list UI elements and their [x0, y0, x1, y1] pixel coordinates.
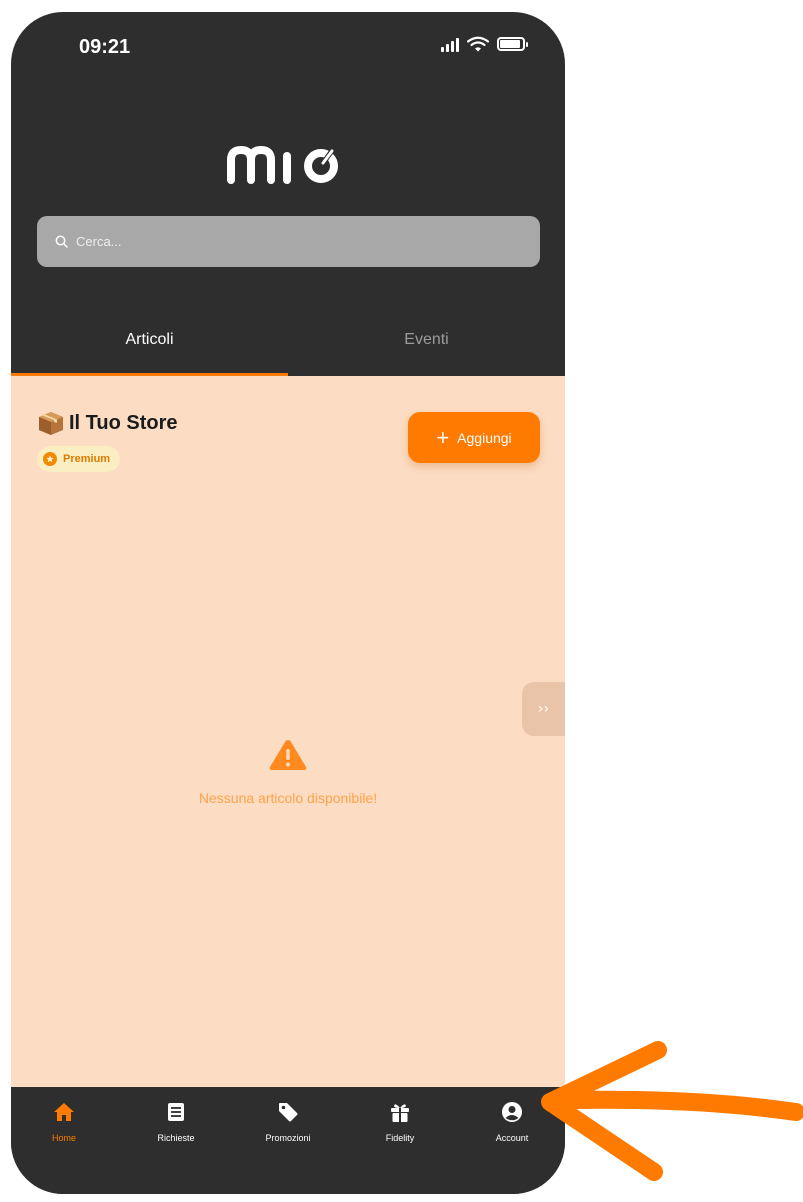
mio-logo	[11, 140, 565, 188]
nav-label-home: Home	[51, 1133, 76, 1143]
gift-icon	[391, 1104, 409, 1122]
premium-badge: Premium	[37, 446, 121, 472]
nav-label-promozioni: Promozioni	[265, 1133, 311, 1143]
search-bar[interactable]	[37, 216, 540, 267]
store-title: Il Tuo Store	[69, 411, 178, 434]
nav-item-home[interactable]: Home	[24, 1101, 104, 1143]
status-bar: 09:21	[11, 12, 565, 82]
tag-icon	[279, 1103, 298, 1122]
warning-icon	[269, 740, 307, 770]
side-drawer-handle[interactable]: ››	[522, 682, 565, 736]
nav-label-fidelity: Fidelity	[385, 1133, 415, 1143]
wifi-icon	[467, 36, 489, 52]
tab-eventi[interactable]: Eventi	[288, 304, 565, 376]
nav-label-richieste: Richieste	[157, 1133, 195, 1143]
package-icon	[39, 412, 63, 435]
nav-item-richieste[interactable]: Richieste	[136, 1101, 216, 1143]
signal-icon	[441, 36, 459, 52]
premium-badge-label: Premium	[63, 453, 111, 465]
search-input[interactable]	[76, 234, 496, 249]
empty-state: Nessuna articolo disponibile!	[11, 738, 565, 806]
plus-icon: +	[436, 424, 450, 450]
annotation-arrow-icon	[541, 1041, 803, 1181]
mio-logo-icon	[227, 146, 338, 184]
star-icon	[43, 452, 57, 466]
tab-bar: Articoli Eventi	[11, 304, 565, 376]
store-header: Il Tuo Store	[37, 410, 178, 436]
status-time: 09:21	[79, 36, 131, 58]
add-article-label: Aggiungi	[457, 429, 512, 446]
account-icon	[502, 1102, 522, 1122]
list-icon	[168, 1103, 184, 1121]
nav-item-fidelity[interactable]: Fidelity	[360, 1101, 440, 1143]
double-chevron-right-icon: ››	[537, 701, 550, 717]
home-icon	[54, 1103, 74, 1121]
status-icons	[441, 36, 528, 52]
search-icon	[55, 235, 68, 248]
nav-label-account: Account	[495, 1133, 529, 1143]
nav-item-promozioni[interactable]: Promozioni	[248, 1101, 328, 1143]
empty-state-message: Nessuna articolo disponibile!	[198, 790, 378, 806]
battery-icon	[497, 37, 528, 51]
tab-articoli[interactable]: Articoli	[11, 304, 288, 376]
phone-frame: 09:21 Articoli E	[11, 12, 565, 1194]
articles-content: Il Tuo Store Premium + Aggiungi ›› Nessu…	[11, 376, 565, 1087]
add-article-button[interactable]: + Aggiungi	[408, 412, 540, 463]
bottom-nav: Home Richieste Promozioni Fidelity Accou…	[11, 1087, 565, 1194]
